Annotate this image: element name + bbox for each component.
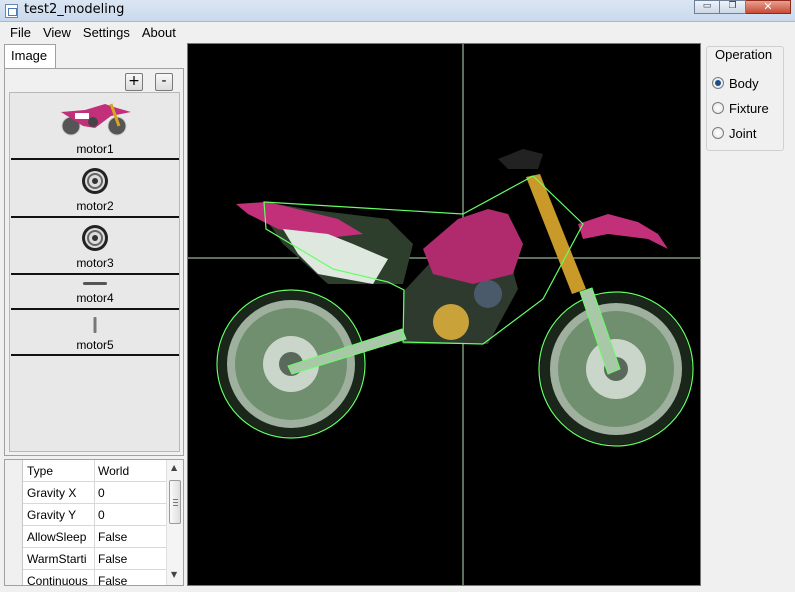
property-key: AllowSleep — [27, 530, 87, 544]
list-item[interactable]: motor5 — [11, 312, 179, 356]
menu-file[interactable]: File — [4, 23, 37, 43]
window-title: test2_modeling — [24, 2, 125, 17]
radio-button-icon[interactable] — [712, 77, 724, 89]
list-item[interactable]: motor3 — [11, 220, 179, 275]
property-key: Continuous — [27, 574, 88, 586]
list-item[interactable]: motor4 — [11, 277, 179, 310]
radio-button-icon[interactable] — [712, 127, 724, 139]
left-tabstrip: Image — [4, 44, 184, 69]
image-name: motor4 — [76, 291, 114, 305]
minimize-button[interactable]: ▭ — [694, 0, 720, 14]
image-name: motor1 — [76, 142, 114, 156]
radio-fixture[interactable]: Fixture — [712, 99, 769, 117]
list-item[interactable]: motor1 — [11, 94, 179, 160]
tab-image[interactable]: Image — [4, 44, 56, 69]
radio-label[interactable]: Body — [729, 76, 759, 91]
property-value[interactable]: 0 — [98, 508, 164, 522]
property-value[interactable]: False — [98, 530, 164, 544]
menu-settings[interactable]: Settings — [77, 23, 136, 43]
property-key: Type — [27, 464, 54, 478]
image-name: motor3 — [76, 256, 114, 270]
window-controls: ▭ ❐ ✕ — [694, 0, 791, 14]
property-value[interactable]: False — [98, 574, 164, 585]
row-header-column — [5, 460, 23, 585]
app-icon — [5, 4, 18, 18]
property-key: WarmStarti — [27, 552, 87, 566]
remove-image-button[interactable]: - — [155, 73, 173, 91]
title-bar: test2_modeling ▭ ❐ ✕ — [0, 0, 795, 22]
operation-title: Operation — [715, 47, 773, 62]
radio-label[interactable]: Fixture — [729, 101, 769, 116]
motorbike-icon — [11, 98, 179, 140]
operation-group: Operation Body Fixture Joint — [706, 46, 784, 151]
property-key: Gravity Y — [27, 508, 77, 522]
maximize-button[interactable]: ❐ — [720, 0, 746, 14]
property-value[interactable]: 0 — [98, 486, 164, 500]
image-tab-pane: + - motor1 motor2 motor3 motor4 motor5 — [4, 68, 184, 456]
close-button[interactable]: ✕ — [746, 0, 791, 14]
table-row[interactable]: Gravity X 0 — [23, 482, 166, 504]
wheel-icon — [11, 166, 179, 196]
property-value[interactable]: False — [98, 552, 164, 566]
radio-joint[interactable]: Joint — [712, 124, 756, 142]
editor-canvas[interactable] — [187, 43, 701, 586]
scroll-thumb[interactable] — [169, 480, 181, 524]
rear-wheel — [216, 289, 366, 439]
bar-icon — [11, 280, 179, 288]
table-row[interactable]: Type World — [23, 460, 166, 482]
wheel-icon — [11, 223, 179, 253]
add-image-button[interactable]: + — [125, 73, 143, 91]
scroll-up-icon[interactable]: ▲ — [171, 463, 177, 472]
table-row[interactable]: Gravity Y 0 — [23, 504, 166, 526]
rod-icon — [11, 316, 179, 334]
image-list[interactable]: motor1 motor2 motor3 motor4 motor5 — [9, 92, 180, 452]
list-item[interactable]: motor2 — [11, 162, 179, 218]
radio-label[interactable]: Joint — [729, 126, 756, 141]
menu-bar: File View Settings About — [0, 23, 795, 43]
table-row[interactable]: AllowSleep False — [23, 526, 166, 548]
menu-view[interactable]: View — [37, 23, 77, 43]
table-row[interactable]: Continuous False — [23, 570, 166, 586]
motorbike-scene — [188, 44, 700, 585]
radio-button-icon[interactable] — [712, 102, 724, 114]
image-name: motor2 — [76, 199, 114, 213]
property-key: Gravity X — [27, 486, 77, 500]
table-row[interactable]: WarmStarti False — [23, 548, 166, 570]
image-name: motor5 — [76, 338, 114, 352]
property-value[interactable]: World — [98, 464, 164, 478]
menu-about[interactable]: About — [136, 23, 182, 43]
scroll-down-icon[interactable]: ▼ — [171, 570, 177, 579]
property-table[interactable]: Type World Gravity X 0 Gravity Y 0 Allow… — [4, 459, 184, 586]
bike-body — [236, 149, 668, 284]
radio-body[interactable]: Body — [712, 74, 759, 92]
property-scrollbar[interactable]: ▲ ▼ — [166, 460, 183, 585]
